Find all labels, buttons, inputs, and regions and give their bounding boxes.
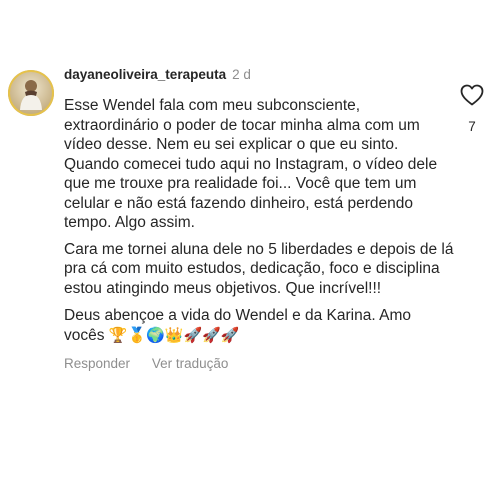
reply-button[interactable]: Responder	[64, 356, 130, 371]
comment-header: dayaneoliveira_terapeuta 2 d	[64, 66, 454, 84]
avatar-image	[8, 70, 54, 116]
comment-paragraph-3: Deus abençoe a vida do Wendel e da Karin…	[64, 306, 454, 345]
like-count: 7	[468, 119, 476, 134]
heart-outline-icon[interactable]	[460, 84, 484, 111]
see-translation-button[interactable]: Ver tradução	[152, 356, 229, 371]
username[interactable]: dayaneoliveira_terapeuta	[64, 67, 226, 82]
comment-body: dayaneoliveira_terapeuta 2 d Esse Wendel …	[64, 66, 454, 371]
like-column: 7	[458, 84, 486, 134]
comment-actions: Responder Ver tradução	[64, 356, 454, 371]
comment: dayaneoliveira_terapeuta 2 d Esse Wendel …	[0, 0, 500, 500]
comment-paragraph-1: Esse Wendel fala com meu subconsciente, …	[64, 97, 438, 231]
comment-paragraph-2: Cara me tornei aluna dele no 5 liberdade…	[64, 240, 454, 297]
emoji-row: 🏆🥇🌍👑🚀🚀🚀	[108, 325, 240, 344]
timestamp: 2 d	[232, 67, 251, 82]
avatar[interactable]	[8, 70, 54, 116]
